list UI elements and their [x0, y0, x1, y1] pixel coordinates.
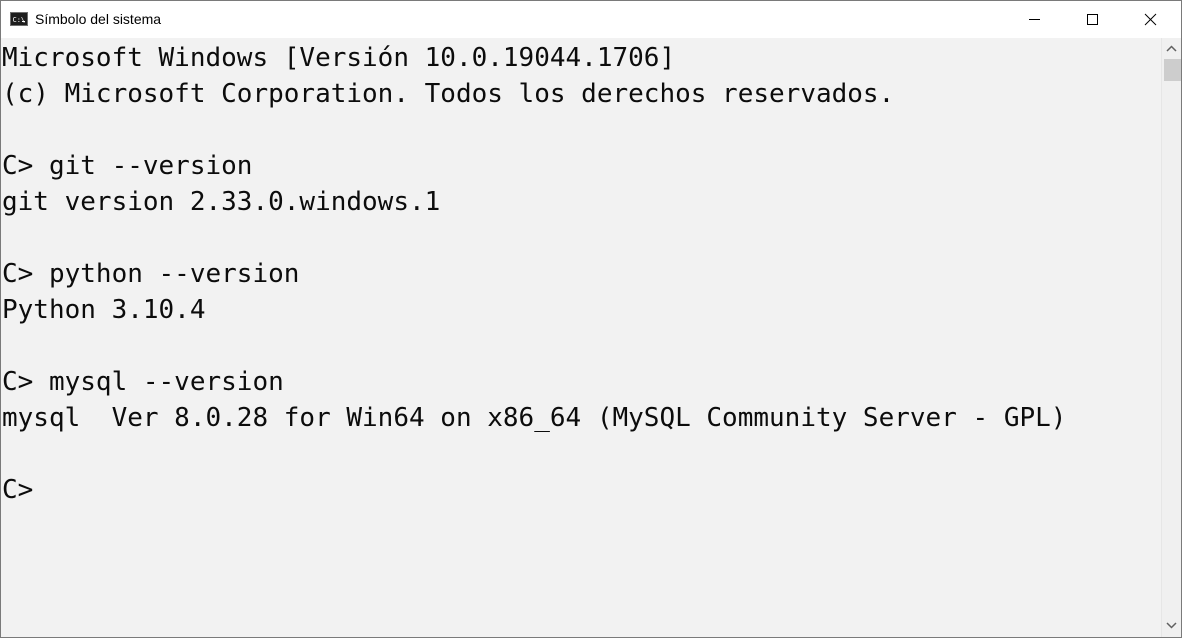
- console-lines: Microsoft Windows [Versión 10.0.19044.17…: [2, 40, 1066, 508]
- minimize-icon: [1029, 19, 1040, 20]
- command-prompt[interactable]: C>: [2, 472, 1066, 508]
- svg-text:C:\: C:\: [13, 16, 26, 24]
- vertical-scrollbar[interactable]: [1161, 38, 1181, 637]
- close-icon: [1144, 13, 1157, 26]
- chevron-down-icon: [1166, 622, 1177, 629]
- minimize-button[interactable]: [1005, 1, 1063, 38]
- chevron-up-icon: [1166, 45, 1177, 52]
- close-button[interactable]: [1121, 1, 1179, 38]
- maximize-icon: [1087, 14, 1098, 25]
- maximize-button[interactable]: [1063, 1, 1121, 38]
- console-line: C> mysql --version: [2, 367, 284, 397]
- console-line: mysql Ver 8.0.28 for Win64 on x86_64 (My…: [2, 403, 1067, 433]
- console-line: C> git --version: [2, 151, 253, 181]
- scroll-up-button[interactable]: [1162, 40, 1181, 58]
- console-line: Python 3.10.4: [2, 295, 206, 325]
- console-line: C> python --version: [2, 259, 300, 289]
- console-icon[interactable]: C:\: [10, 12, 28, 26]
- console-line: Microsoft Windows [Versión 10.0.19044.17…: [2, 43, 676, 73]
- console-window: C:\ Símbolo del sistema Microsoft Window…: [0, 0, 1182, 638]
- window-title: Símbolo del sistema: [35, 11, 162, 27]
- title-bar[interactable]: C:\ Símbolo del sistema: [1, 1, 1181, 38]
- scroll-thumb[interactable]: [1164, 59, 1181, 81]
- console-output[interactable]: Microsoft Windows [Versión 10.0.19044.17…: [1, 38, 1161, 637]
- console-line: git version 2.33.0.windows.1: [2, 187, 441, 217]
- console-line: (c) Microsoft Corporation. Todos los der…: [2, 79, 895, 109]
- scroll-down-button[interactable]: [1162, 616, 1181, 634]
